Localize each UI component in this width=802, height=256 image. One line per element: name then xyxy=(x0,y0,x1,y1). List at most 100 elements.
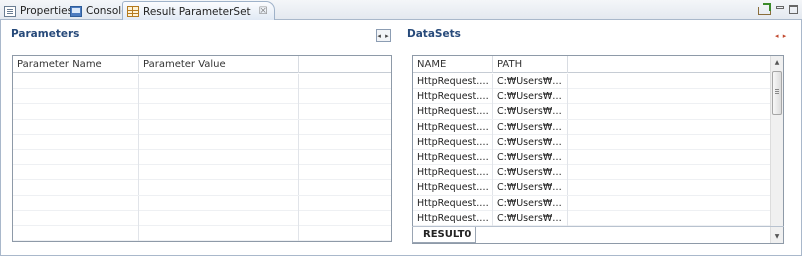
parameter-name-cell[interactable] xyxy=(13,74,139,89)
dataset-name-cell[interactable]: HttpRequest.xml xyxy=(413,104,493,120)
column-header-path[interactable]: PATH xyxy=(493,56,568,73)
parameters-table[interactable]: Parameter Name Parameter Value xyxy=(12,55,392,242)
parameter-name-cell[interactable] xyxy=(13,225,139,241)
datasets-table[interactable]: NAME PATH HttpRequest.xmlC:₩Users₩gan...… xyxy=(412,55,784,244)
parameter-value-cell[interactable] xyxy=(139,180,299,196)
table-row[interactable]: HttpRequest.xmlC:₩Users₩gan... xyxy=(413,149,770,166)
table-row[interactable] xyxy=(13,74,391,90)
dataset-path-cell[interactable]: C:₩Users₩gan... xyxy=(493,89,568,105)
filler-cell xyxy=(299,74,391,89)
parameter-name-cell[interactable] xyxy=(13,89,139,105)
table-row[interactable] xyxy=(13,134,391,150)
table-row[interactable]: HttpRequest.xmlC:₩Users₩gan... xyxy=(413,134,770,150)
parameter-value-cell[interactable] xyxy=(139,195,299,211)
table-row[interactable] xyxy=(13,104,391,120)
parameter-name-cell[interactable] xyxy=(13,119,139,135)
dataset-path-cell[interactable]: C:₩Users₩gan... xyxy=(493,104,568,120)
dataset-name-cell[interactable]: HttpRequest.xml xyxy=(413,165,493,181)
parameter-name-cell[interactable] xyxy=(13,104,139,120)
table-row[interactable] xyxy=(13,149,391,166)
export-icon[interactable] xyxy=(758,3,771,15)
column-header-filler xyxy=(568,56,770,73)
dataset-path-cell[interactable]: C:₩Users₩gan... xyxy=(493,165,568,181)
filler-cell xyxy=(568,180,770,195)
table-row[interactable] xyxy=(13,165,391,181)
parameter-name-cell[interactable] xyxy=(13,165,139,181)
window-controls xyxy=(758,3,798,15)
dataset-name-cell[interactable]: HttpRequest.xml xyxy=(413,89,493,105)
dataset-name-cell[interactable]: HttpRequest.xml xyxy=(413,74,493,89)
tab-result0[interactable]: RESULT0 xyxy=(412,227,476,243)
dataset-name-cell[interactable]: HttpRequest.xml xyxy=(413,180,493,196)
column-header-parameter-name[interactable]: Parameter Name xyxy=(13,56,139,73)
maximize-icon[interactable] xyxy=(789,4,798,14)
column-header-parameter-value[interactable]: Parameter Value xyxy=(139,56,299,73)
filler-cell xyxy=(568,120,770,135)
table-row[interactable] xyxy=(13,225,391,241)
dataset-name-cell[interactable]: HttpRequest.xml xyxy=(413,134,493,150)
properties-icon xyxy=(4,5,16,17)
table-row[interactable] xyxy=(13,180,391,196)
table-row[interactable]: HttpRequest.xmlC:₩Users₩gan... xyxy=(413,210,770,226)
column-header-name[interactable]: NAME xyxy=(413,56,493,73)
dataset-name-cell[interactable]: HttpRequest.xml xyxy=(413,210,493,226)
datasets-table-body: HttpRequest.xmlC:₩Users₩gan...HttpReques… xyxy=(413,74,770,243)
parameter-value-cell[interactable] xyxy=(139,134,299,150)
parameter-value-cell[interactable] xyxy=(139,149,299,165)
table-row[interactable]: HttpRequest.xmlC:₩Users₩gan... xyxy=(413,89,770,105)
datasets-vertical-scrollbar[interactable]: ▲ ▼ xyxy=(770,56,783,243)
scrollbar-thumb[interactable] xyxy=(772,71,782,115)
dataset-name-cell[interactable]: HttpRequest.xml xyxy=(413,195,493,211)
table-row[interactable]: HttpRequest.xmlC:₩Users₩gan... xyxy=(413,119,770,135)
parameter-value-cell[interactable] xyxy=(139,225,299,241)
dataset-path-cell[interactable]: C:₩Users₩gan... xyxy=(493,180,568,196)
tab-properties[interactable]: Properties xyxy=(4,2,73,20)
table-row[interactable] xyxy=(13,89,391,105)
dataset-path-cell[interactable]: C:₩Users₩gan... xyxy=(493,210,568,226)
scroll-up-arrow-icon[interactable]: ▲ xyxy=(771,56,783,69)
table-row[interactable] xyxy=(13,210,391,226)
filler-cell xyxy=(299,196,391,211)
tab-result-parameterset-label: Result ParameterSet xyxy=(143,5,251,18)
dataset-path-cell[interactable]: C:₩Users₩gan... xyxy=(493,195,568,211)
column-header-filler xyxy=(299,56,391,73)
table-row[interactable] xyxy=(13,119,391,135)
table-row[interactable]: HttpRequest.xmlC:₩Users₩gan... xyxy=(413,180,770,196)
parameter-name-cell[interactable] xyxy=(13,195,139,211)
table-row[interactable]: HttpRequest.xmlC:₩Users₩gan... xyxy=(413,74,770,90)
parameter-value-cell[interactable] xyxy=(139,74,299,89)
filler-cell xyxy=(299,150,391,165)
table-row[interactable]: HttpRequest.xmlC:₩Users₩gan... xyxy=(413,104,770,120)
dataset-name-cell[interactable]: HttpRequest.xml xyxy=(413,119,493,135)
parameter-value-cell[interactable] xyxy=(139,165,299,181)
parameter-name-cell[interactable] xyxy=(13,134,139,150)
minimize-icon[interactable] xyxy=(776,5,784,9)
tab-console[interactable]: Console xyxy=(70,2,128,20)
dataset-name-cell[interactable]: HttpRequest.xml xyxy=(413,149,493,165)
close-tab-icon[interactable]: ☒ xyxy=(259,6,268,17)
parameter-value-cell[interactable] xyxy=(139,89,299,105)
filler-cell xyxy=(299,135,391,150)
parameter-value-cell[interactable] xyxy=(139,210,299,226)
dataset-path-cell[interactable]: C:₩Users₩gan... xyxy=(493,119,568,135)
filler-cell xyxy=(568,135,770,150)
datasets-toggle-button[interactable]: ◂ ▸ xyxy=(775,32,787,40)
table-row[interactable]: HttpRequest.xmlC:₩Users₩gan... xyxy=(413,195,770,211)
result-grid-icon xyxy=(127,6,139,17)
parameters-table-body xyxy=(13,74,391,241)
tab-result-parameterset[interactable]: Result ParameterSet ☒ xyxy=(122,1,275,21)
parameter-value-cell[interactable] xyxy=(139,119,299,135)
dataset-path-cell[interactable]: C:₩Users₩gan... xyxy=(493,74,568,89)
parameter-name-cell[interactable] xyxy=(13,210,139,226)
result-tab-strip: RESULT0 xyxy=(412,226,784,243)
parameters-toggle-button[interactable]: ◂ ▸ xyxy=(376,29,391,42)
dataset-path-cell[interactable]: C:₩Users₩gan... xyxy=(493,149,568,165)
filler-cell xyxy=(568,150,770,165)
parameter-value-cell[interactable] xyxy=(139,104,299,120)
parameter-name-cell[interactable] xyxy=(13,149,139,165)
dataset-path-cell[interactable]: C:₩Users₩gan... xyxy=(493,134,568,150)
table-row[interactable] xyxy=(13,195,391,211)
table-row[interactable]: HttpRequest.xmlC:₩Users₩gan... xyxy=(413,165,770,181)
parameter-name-cell[interactable] xyxy=(13,180,139,196)
filler-cell xyxy=(299,104,391,119)
